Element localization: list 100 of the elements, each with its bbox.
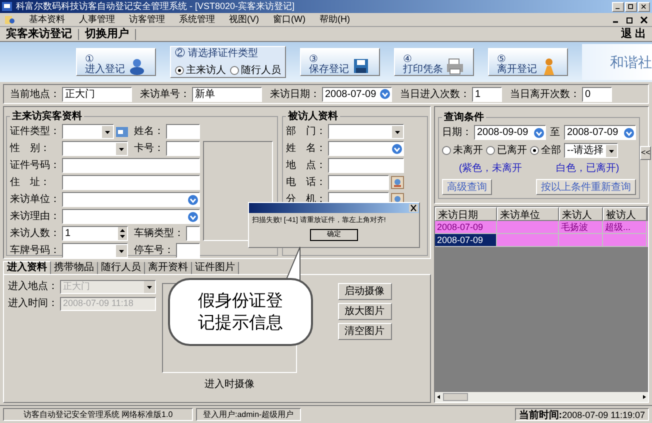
menu-item[interactable]: 系统管理 <box>179 12 215 26</box>
table-cell <box>497 234 559 247</box>
camera-button[interactable]: 放大图片 <box>338 303 392 320</box>
input-field[interactable]: 1 <box>472 86 502 102</box>
input-field[interactable] <box>166 124 200 139</box>
column-header[interactable]: 来访日期 <box>435 207 497 221</box>
menu-item[interactable]: 访客管理 <box>129 12 165 26</box>
radio-button[interactable] <box>530 146 539 155</box>
toolbar-button[interactable]: ① 进入登记 <box>76 48 156 76</box>
scroll-left-icon[interactable] <box>435 393 443 401</box>
input-field[interactable]: 0 <box>582 86 612 102</box>
toolbar-button[interactable]: ④ 打印凭条 <box>394 48 474 76</box>
radio-button[interactable] <box>442 146 451 155</box>
slogan: 和谐社 <box>610 52 652 72</box>
column-header[interactable]: 来访单位 <box>497 207 559 221</box>
legend-text: (紫色，未离开 <box>458 162 522 176</box>
lookup-icon[interactable] <box>623 126 635 138</box>
restore-icon[interactable] <box>626 16 634 24</box>
table-cell <box>603 234 647 247</box>
group-title: 主来访宾客资料 <box>11 109 83 124</box>
lookup-icon[interactable] <box>533 126 545 138</box>
lookup-icon[interactable] <box>187 194 199 206</box>
input-field[interactable]: 新单 <box>192 86 262 102</box>
field-label: 来访单位： <box>10 192 60 207</box>
camera-button[interactable]: 启动摄像 <box>338 283 392 300</box>
column-header[interactable]: 被访人 <box>603 207 647 221</box>
radio-label: 随行人员 <box>241 64 281 78</box>
column-header[interactable]: 来访人 <box>559 207 603 221</box>
camera-button[interactable]: 清空图片 <box>338 323 392 340</box>
collapse-button[interactable]: << <box>640 146 651 160</box>
menu-item[interactable]: 帮助(H) <box>320 12 350 26</box>
input-field[interactable] <box>328 124 404 139</box>
radio-label: 未离开 <box>453 144 483 158</box>
lookup-icon[interactable] <box>379 88 391 100</box>
field-label: 姓 名： <box>286 142 326 156</box>
field-label: 车辆类型： <box>134 226 184 241</box>
tab[interactable]: 随行人员 <box>98 262 145 274</box>
input-field[interactable] <box>328 175 389 190</box>
table-row[interactable]: 2008-07-09 <box>435 234 648 247</box>
tab[interactable]: 携带物品 <box>51 262 98 274</box>
exit-button[interactable]: 退 出 <box>620 26 646 42</box>
radio-button[interactable] <box>175 66 184 75</box>
toolbar-tab[interactable]: 宾客来访登记 <box>6 26 72 42</box>
maximize-icon[interactable] <box>625 2 637 12</box>
input-field[interactable]: 正大门 <box>62 86 132 102</box>
radio-label: 已离开 <box>497 144 527 158</box>
menu-item[interactable]: 人事管理 <box>79 12 115 26</box>
tab[interactable]: 进入资料 <box>3 261 51 274</box>
table-cell: 2008-07-09 <box>435 234 497 247</box>
callout-text: 假身份证登记提示信息 <box>197 290 284 334</box>
radio-button[interactable] <box>486 146 495 155</box>
field-label: 来访理由： <box>10 210 60 224</box>
input-field[interactable] <box>62 243 128 258</box>
tab[interactable]: 证件图片 <box>192 262 239 274</box>
input-field[interactable]: 2008-07-09 <box>322 86 392 102</box>
close-icon[interactable] <box>640 16 648 24</box>
status-segment: 登入用户:admin-超级用户 <box>196 408 301 421</box>
input-field[interactable] <box>62 209 200 224</box>
lookup-icon[interactable] <box>391 142 403 154</box>
table-row[interactable]: 2008-07-09 毛扬波 超级... <box>435 221 648 234</box>
scroll-thumb[interactable] <box>443 393 468 401</box>
close-icon[interactable] <box>409 204 418 212</box>
input-field[interactable]: --请选择 <box>564 143 618 158</box>
input-field[interactable] <box>62 141 128 156</box>
input-field[interactable] <box>328 158 404 173</box>
input-field[interactable]: 2008-07-09 <box>564 125 636 140</box>
toolbar-button[interactable]: ③ 保存登记 <box>300 48 380 76</box>
phone-book-icon[interactable] <box>391 176 404 189</box>
scroll-right-icon[interactable] <box>640 393 648 401</box>
input-field[interactable] <box>328 141 404 156</box>
spinner-arrows-icon[interactable] <box>118 227 127 240</box>
input-field[interactable]: 2008-09-09 <box>474 125 546 140</box>
horizontal-scrollbar[interactable] <box>435 392 648 402</box>
field-label: 电 话： <box>286 176 326 190</box>
field-label: 日期： <box>442 126 472 140</box>
input-field[interactable] <box>62 158 200 173</box>
input-field[interactable]: 1 <box>62 226 128 241</box>
minimize-icon[interactable] <box>612 2 624 12</box>
tab[interactable]: 离开资料 <box>145 262 192 274</box>
menu-item[interactable]: 视图(V) <box>229 12 259 26</box>
query-button[interactable]: 按以上条件重新查询 <box>536 179 636 195</box>
table-cell <box>559 234 603 247</box>
input-field[interactable] <box>62 175 200 190</box>
app-icon <box>2 2 12 11</box>
query-button[interactable]: 高级查询 <box>442 179 492 195</box>
input-field[interactable] <box>166 141 200 156</box>
lookup-icon[interactable] <box>187 210 199 222</box>
toolbar-tab[interactable]: 切换用户 <box>85 26 129 42</box>
input-field[interactable] <box>62 192 200 207</box>
input-field[interactable] <box>176 243 200 258</box>
field-label: 证件类型： <box>10 124 60 139</box>
input-field[interactable] <box>62 124 114 139</box>
input-field[interactable] <box>186 226 200 241</box>
menu-item[interactable]: 基本资料 <box>29 12 65 26</box>
radio-button[interactable] <box>230 66 239 75</box>
legend-text: 白色，已离开) <box>556 162 620 176</box>
field-label: 当日进入次数： <box>400 88 470 102</box>
menu-item[interactable]: 窗口(W) <box>273 12 306 26</box>
id-type-dropdown[interactable]: ② 请选择证件类型 <box>175 46 281 61</box>
toolbar-button[interactable]: ⑤ 离开登记 <box>488 48 568 76</box>
